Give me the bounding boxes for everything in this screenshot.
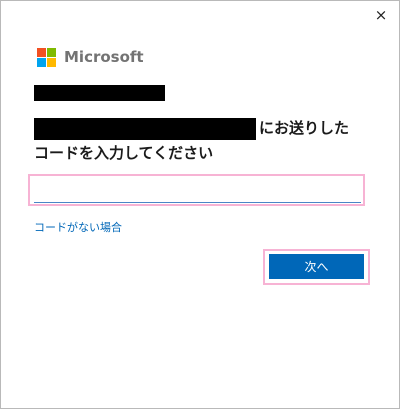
sign-in-dialog: × Microsoft にお送りした コードを入力してください コードがない場合…	[0, 0, 400, 409]
logo-square-red	[37, 47, 46, 57]
next-button[interactable]: 次へ	[269, 254, 364, 279]
redacted-account	[34, 85, 165, 101]
microsoft-logo-icon	[37, 47, 56, 67]
close-icon[interactable]: ×	[367, 3, 395, 27]
no-code-link[interactable]: コードがない場合	[34, 219, 122, 235]
microsoft-brand: Microsoft	[37, 47, 144, 67]
logo-square-yellow	[47, 57, 56, 67]
brand-name: Microsoft	[64, 48, 144, 66]
logo-square-green	[47, 47, 56, 57]
logo-square-blue	[37, 57, 46, 67]
redacted-destination	[34, 118, 256, 140]
heading-line-1: にお送りした	[259, 119, 350, 137]
code-input[interactable]	[34, 179, 361, 203]
heading-line-2: コードを入力してください	[34, 144, 214, 162]
